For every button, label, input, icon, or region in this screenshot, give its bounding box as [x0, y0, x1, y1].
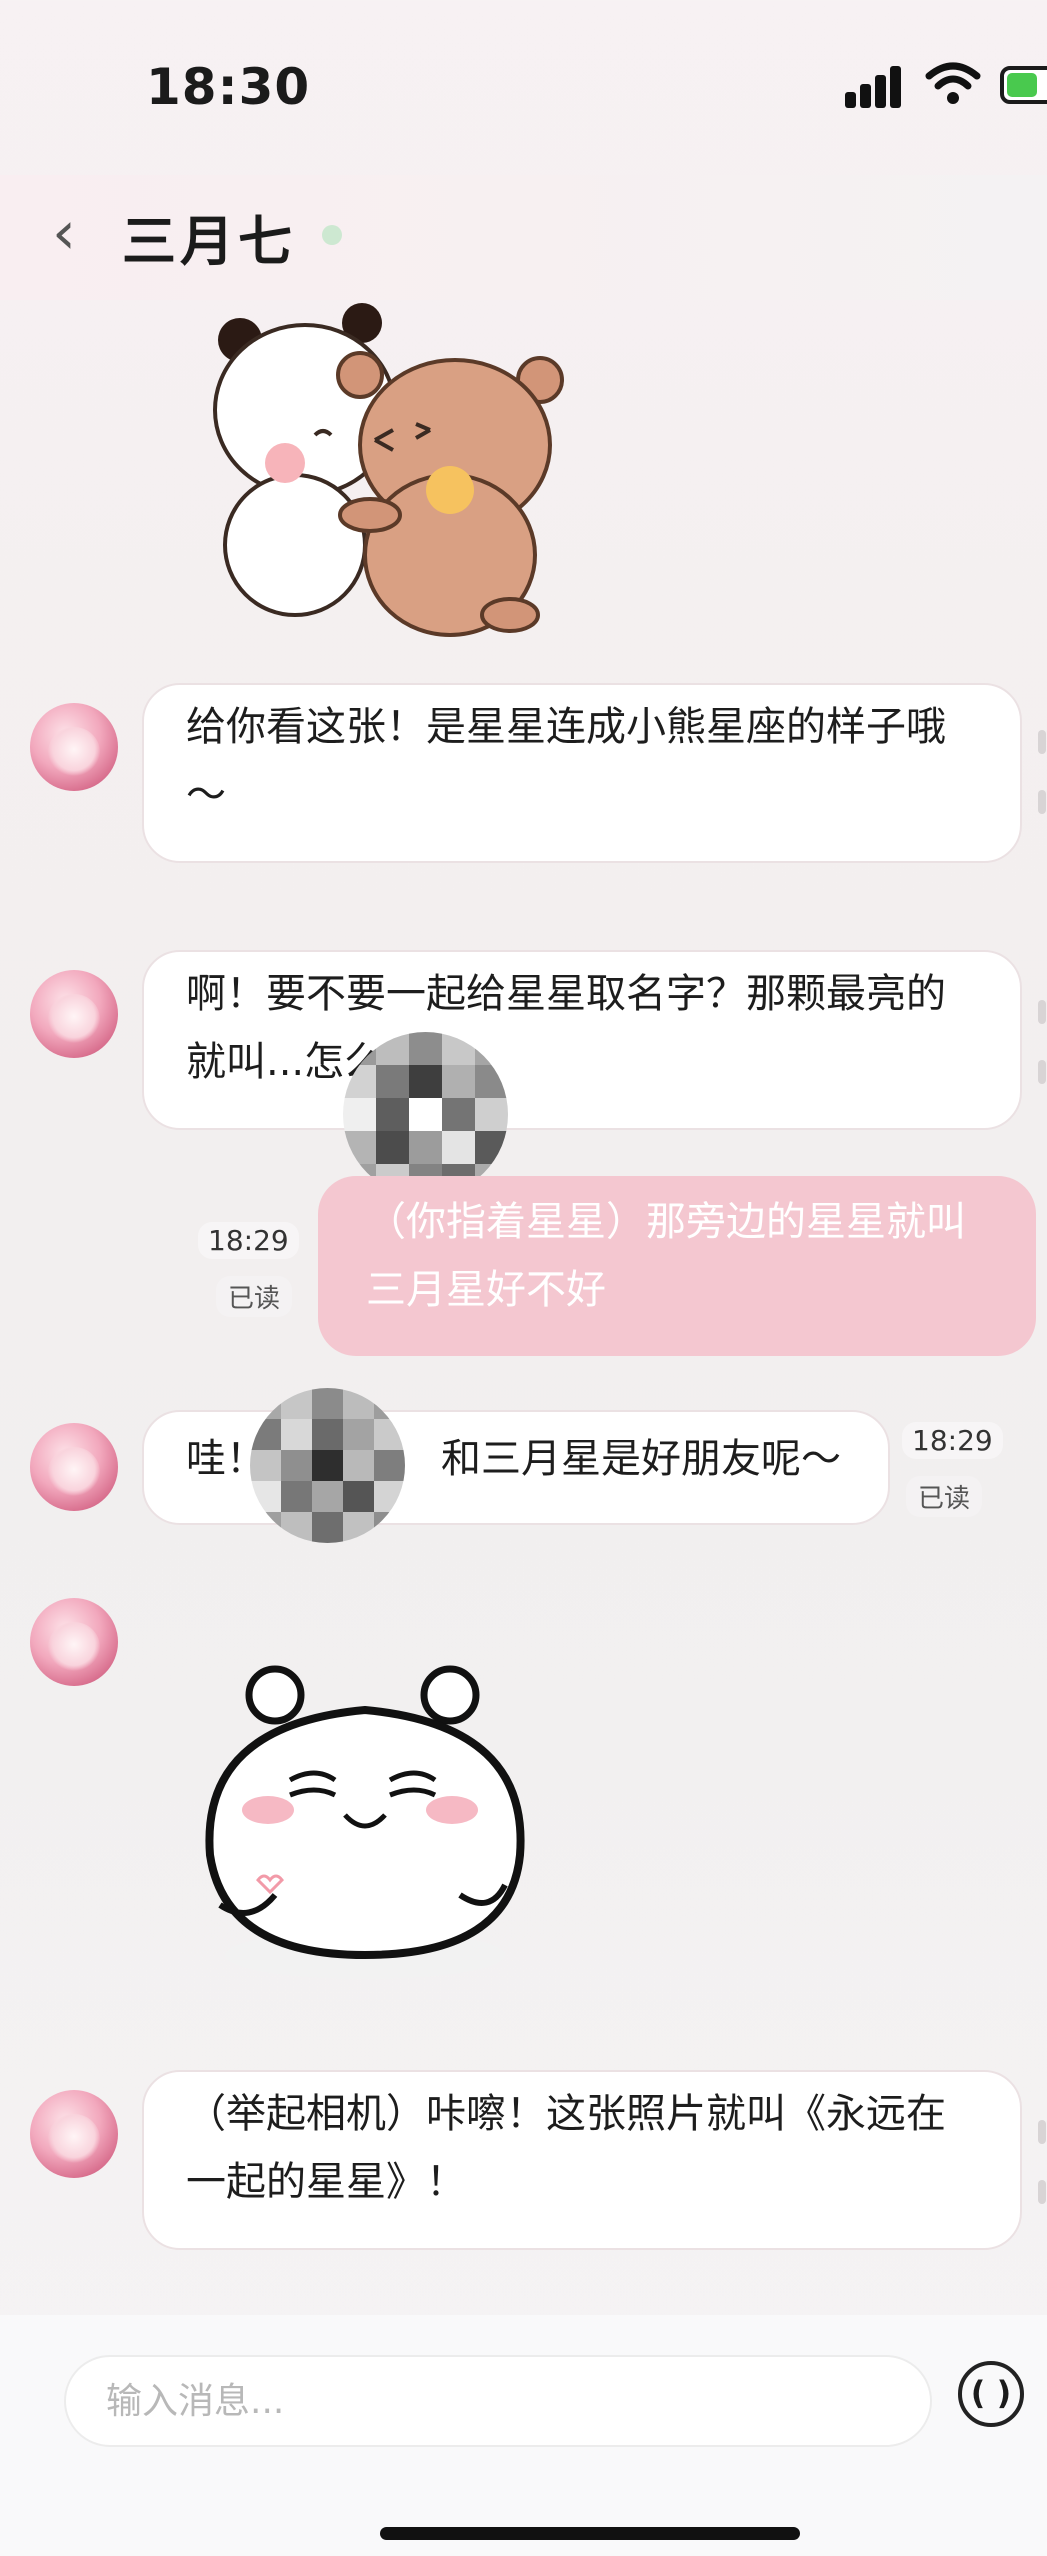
- message-bubble[interactable]: 给你看这张！是星星连成小熊星座的样子哦～: [142, 683, 1022, 863]
- status-bar: 18:30: [0, 0, 1047, 175]
- battery-icon: [1000, 66, 1047, 104]
- edge-dot: [1038, 2180, 1046, 2204]
- message-text: 给你看这张！是星星连成小熊星座的样子哦～: [186, 704, 946, 818]
- message-text: （举起相机）咔嚓！这张照片就叫《永远在一起的星星》！: [186, 2091, 946, 2205]
- voice-icon[interactable]: ( ): [958, 2361, 1024, 2427]
- message-time: 18:29: [902, 1422, 1003, 1459]
- my-message-bubble[interactable]: （你指着星星）那旁边的星星就叫三月星好不好: [318, 1176, 1036, 1356]
- cellular-signal-icon: [845, 64, 909, 108]
- read-status: 已读: [906, 1476, 983, 1517]
- read-status: 已读: [216, 1276, 293, 1317]
- white-bear-sticker[interactable]: [180, 1655, 550, 1985]
- panda-bear-hug-sticker[interactable]: [200, 295, 600, 640]
- edge-dot: [1038, 790, 1046, 814]
- input-bar: ( ): [0, 2315, 1047, 2556]
- contact-avatar[interactable]: [30, 1423, 118, 1511]
- edge-dot: [1038, 1000, 1046, 1024]
- message-bubble[interactable]: 啊！要不要一起给星星取名字？那颗最亮的就叫...怎么样？: [142, 950, 1022, 1130]
- wifi-icon: [925, 62, 981, 104]
- contact-avatar[interactable]: [30, 2090, 118, 2178]
- chat-header: ‹ 三月七: [0, 175, 1047, 300]
- contact-avatar[interactable]: [30, 970, 118, 1058]
- message-bubble[interactable]: （举起相机）咔嚓！这张照片就叫《永远在一起的星星》！: [142, 2070, 1022, 2250]
- home-indicator: [380, 2527, 800, 2540]
- contact-avatar[interactable]: [30, 1598, 118, 1686]
- message-text: 啊！要不要一起给星星取名字？那颗最亮的就叫...怎么样？: [186, 971, 946, 1085]
- online-status-dot: [322, 225, 342, 245]
- message-text: （你指着星星）那旁边的星星就叫三月星好不好: [366, 1199, 966, 1313]
- pixelated-mosaic-icon: [343, 1032, 508, 1197]
- message-input[interactable]: [64, 2355, 932, 2447]
- message-time: 18:29: [198, 1222, 299, 1259]
- edge-dot: [1038, 1060, 1046, 1084]
- edge-dot: [1038, 2120, 1046, 2144]
- contact-avatar[interactable]: [30, 703, 118, 791]
- status-time: 18:30: [146, 58, 311, 116]
- edge-dot: [1038, 730, 1046, 754]
- contact-name[interactable]: 三月七: [122, 197, 296, 276]
- message-text-end: 和三月星是好朋友呢～: [441, 1436, 841, 1482]
- chevron-left-icon[interactable]: ‹: [52, 203, 76, 263]
- pixelated-mosaic-icon: [250, 1388, 405, 1543]
